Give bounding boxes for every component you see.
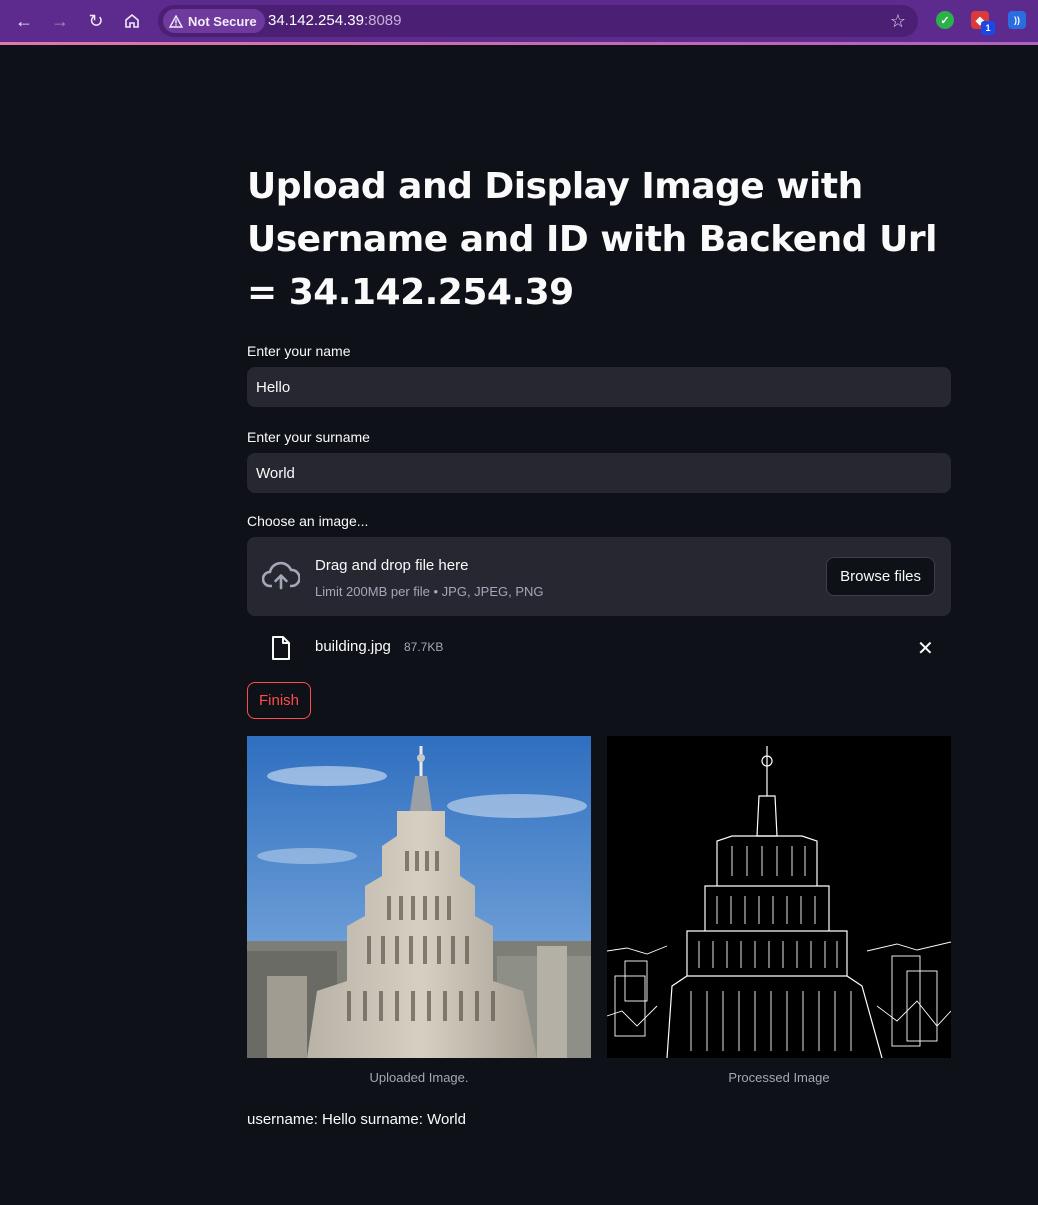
security-label: Not Secure <box>188 13 257 29</box>
page-title: Upload and Display Image with Username a… <box>247 166 937 313</box>
dropzone-limits: Limit 200MB per file • JPG, JPEG, PNG <box>315 584 544 599</box>
file-icon <box>272 636 290 660</box>
forward-arrow-icon[interactable]: → <box>48 9 72 33</box>
security-chip[interactable]: Not Secure <box>163 9 265 33</box>
extension-badge: 1 <box>981 21 995 35</box>
uploader-label: Choose an image... <box>247 513 369 529</box>
wireless-extension-icon[interactable]: )) <box>1008 11 1026 29</box>
home-icon[interactable] <box>120 9 144 33</box>
reload-icon[interactable]: ↻ <box>84 9 108 33</box>
uploaded-file-row: building.jpg 87.7KB ✕ <box>247 616 951 676</box>
browse-files-button[interactable]: Browse files <box>826 557 935 596</box>
surname-label: Enter your surname <box>247 429 370 445</box>
cloud-upload-icon <box>262 561 300 590</box>
uploaded-image-caption: Uploaded Image. <box>369 1070 469 1085</box>
uploaded-image <box>247 736 591 1058</box>
bookmark-star-icon[interactable]: ☆ <box>890 11 906 32</box>
remove-file-close-icon[interactable]: ✕ <box>917 636 934 661</box>
processed-image <box>607 736 951 1058</box>
browser-toolbar: ← → ↻ Not Secure 34.142.254.39:8089 ☆ ✓ … <box>0 0 1038 44</box>
name-label: Enter your name <box>247 343 351 359</box>
main-content: Upload and Display Image with Username a… <box>247 160 951 1128</box>
processed-image-caption: Processed Image <box>728 1070 830 1085</box>
result-text: username: Hello surname: World <box>247 1111 466 1128</box>
url-text[interactable]: 34.142.254.39:8089 <box>268 12 401 29</box>
finish-button[interactable]: Finish <box>247 682 312 719</box>
address-bar[interactable]: Not Secure 34.142.254.39:8089 ☆ <box>158 5 918 37</box>
file-dropzone[interactable]: Drag and drop file here Limit 200MB per … <box>247 537 951 616</box>
name-input[interactable]: Hello <box>247 367 951 407</box>
back-arrow-icon[interactable]: ← <box>12 9 36 33</box>
surname-input[interactable]: World <box>247 453 951 493</box>
toolbar-divider <box>0 42 1038 45</box>
file-name: building.jpg <box>315 638 391 655</box>
checkmark-extension-icon[interactable]: ✓ <box>936 11 954 29</box>
warning-icon <box>169 14 183 28</box>
dropzone-title: Drag and drop file here <box>315 557 469 574</box>
image-columns: Uploaded Image. Processed Image <box>247 736 951 1096</box>
file-size: 87.7KB <box>404 640 444 654</box>
